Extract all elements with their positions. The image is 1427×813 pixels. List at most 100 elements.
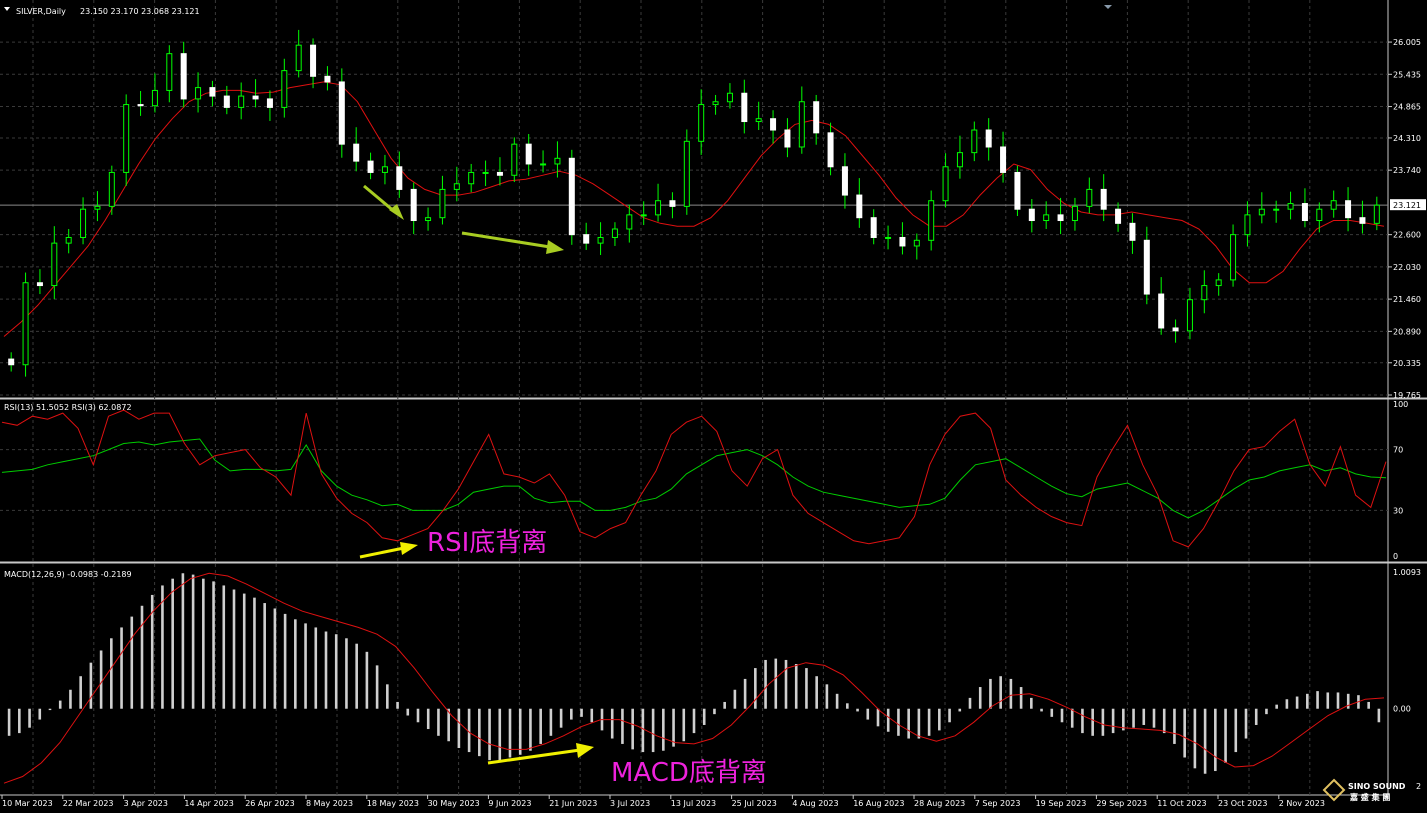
macd-histogram-bar	[1326, 692, 1330, 709]
macd-histogram-bar	[1030, 697, 1033, 709]
macd-histogram-bar	[559, 708, 563, 728]
macd-histogram-bar	[222, 585, 226, 709]
macd-histogram-bar	[140, 605, 144, 709]
macd-histogram-bar	[375, 665, 379, 709]
macd-histogram-bar	[396, 701, 399, 709]
macd-histogram-bar	[846, 703, 849, 709]
time-tick-label: 23 Oct 2023	[1218, 799, 1267, 808]
candle-body	[180, 53, 187, 100]
panel-menu-icon[interactable]	[4, 7, 10, 11]
green-arrow-1-head	[389, 204, 404, 220]
macd-panel-title: MACD(12,26,9) -0.0983 -0.2189	[4, 570, 132, 579]
candle-body	[252, 95, 259, 100]
time-tick-label: 7 Sep 2023	[975, 799, 1021, 808]
price-axis: 26.005 25.435 24.865 24.310 23.740 23.121 22.6…	[1388, 38, 1426, 400]
candle-body	[1172, 327, 1179, 332]
macd-histogram-bar	[866, 708, 870, 720]
candle-body	[568, 157, 575, 236]
macd-histogram-bar	[498, 708, 502, 761]
macd-histogram-bar	[1009, 678, 1013, 709]
macd-histogram-bar	[416, 708, 420, 723]
candle-body	[928, 200, 935, 241]
macd-histogram-bar	[324, 631, 328, 709]
candle-body	[1330, 200, 1337, 210]
candle-body	[1373, 204, 1380, 224]
macd-histogram-bar	[1316, 691, 1319, 709]
macd-histogram-bar	[784, 659, 788, 709]
time-tick-label: 25 Jul 2023	[732, 799, 777, 808]
macd-histogram-bar	[641, 708, 645, 753]
macd-histogram-bar	[273, 608, 277, 709]
time-tick-label: 2 Nov 2023	[1279, 799, 1325, 808]
candle-body	[956, 152, 963, 168]
candle-body	[439, 188, 446, 219]
macd-histogram-bar	[478, 708, 481, 757]
candle-body	[281, 70, 288, 108]
shift-marker-icon[interactable]	[1104, 5, 1112, 9]
price-tick-label: 23.740	[1393, 166, 1421, 175]
candle-body	[1158, 293, 1165, 329]
candle-body	[669, 200, 676, 207]
macd-histogram-bar	[835, 693, 839, 709]
time-tick-label: 30 May 2023	[428, 799, 480, 808]
time-tick-label: 14 Apr 2023	[184, 799, 233, 808]
logo-line2: 嘉 盛 集 團	[1349, 792, 1390, 802]
candle-body	[655, 200, 662, 216]
macd-histogram-bar	[212, 581, 215, 709]
price-panel-title: SILVER,Daily	[16, 7, 66, 16]
macd-histogram-bar	[386, 684, 389, 709]
candle-body	[511, 143, 518, 176]
macd-histogram-bar	[467, 708, 471, 753]
macd-histogram-bar	[539, 708, 542, 744]
macd-histogram-bar	[1070, 708, 1074, 728]
macd-histogram-bar	[529, 708, 532, 751]
candle-body	[755, 118, 762, 123]
macd-histogram-bar	[1367, 701, 1370, 709]
macd-histogram-bar	[38, 708, 42, 720]
macd-divergence-label: MACD底背离	[611, 758, 767, 788]
macd-histogram-bar	[120, 627, 123, 709]
candle-body	[324, 75, 331, 83]
candle-body	[1129, 222, 1136, 241]
macd-histogram-bar	[794, 664, 798, 709]
sino-sound-logo: SINO SOUND 嘉 盛 集 團 2	[1322, 778, 1421, 802]
candle-body	[36, 282, 43, 287]
candle-body	[137, 104, 144, 107]
price-panel	[3, 29, 1385, 377]
price-tick-label: 20.335	[1393, 359, 1421, 368]
candle-body	[266, 98, 273, 108]
macd-histogram-bar	[28, 708, 31, 728]
price-tick-label: 22.030	[1393, 263, 1421, 272]
yellow-arrow-macd-head	[576, 743, 594, 758]
macd-histogram-bar	[58, 700, 62, 709]
candle-body	[1071, 205, 1078, 222]
macd-histogram-bar	[876, 708, 880, 727]
time-tick-label: 29 Sep 2023	[1096, 799, 1147, 808]
time-tick-label: 16 Aug 2023	[853, 799, 904, 808]
candle-body	[51, 242, 58, 287]
candle-body	[1273, 208, 1280, 211]
candle-body	[597, 236, 604, 244]
candle-body	[1014, 171, 1021, 210]
candle-body	[353, 143, 360, 162]
macd-tick-label: 1.0093	[1393, 568, 1421, 577]
candle-body	[496, 171, 503, 176]
macd-histogram-bar	[1203, 708, 1207, 774]
time-tick-label: 13 Jul 2023	[671, 799, 716, 808]
macd-histogram-bar	[1224, 708, 1227, 763]
macd-histogram-bar	[907, 708, 910, 739]
macd-histogram-bar	[18, 708, 21, 734]
price-tick-label: 24.310	[1393, 134, 1421, 143]
macd-histogram-bar	[1234, 708, 1238, 753]
rsi-line-rsi3	[1, 409, 1387, 548]
macd-histogram-bar	[130, 616, 134, 709]
candle-body	[295, 44, 302, 72]
time-tick-label: 10 Mar 2023	[2, 799, 53, 808]
macd-histogram-bar	[263, 603, 266, 709]
macd-histogram-bar	[191, 574, 195, 709]
green-arrow-1-shaft	[363, 184, 396, 214]
candle-body	[425, 217, 432, 222]
candle-body	[123, 104, 130, 173]
macd-histogram-bar	[1377, 708, 1381, 723]
macd-histogram-bar	[294, 619, 297, 709]
